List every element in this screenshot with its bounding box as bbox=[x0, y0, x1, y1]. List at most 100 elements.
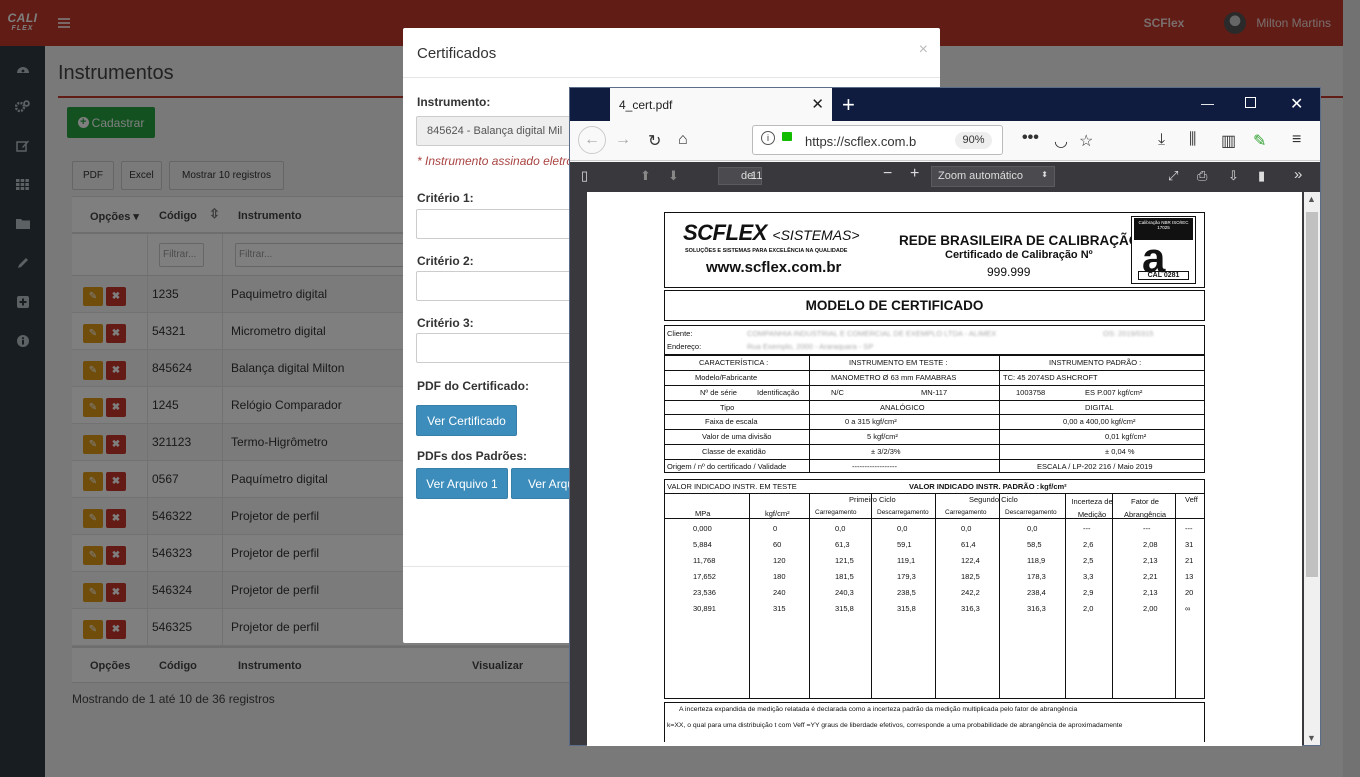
pdf-presentation-icon[interactable]: ⤢ bbox=[1168, 168, 1178, 184]
pdf-sidebar-icon[interactable]: ▯ bbox=[581, 168, 588, 184]
pdf-spec-cell: 0,01 kgf/cm² bbox=[1105, 432, 1147, 441]
pdf-data-cell: 0,000 bbox=[693, 524, 712, 533]
pdf-bookmark-icon[interactable]: ▮ bbox=[1258, 168, 1265, 184]
nav-toolbar: ← → ↻ ⌂ i https://scflex.com.b 90% ••• ◡… bbox=[570, 121, 1320, 161]
pdf-data-cell: 2,5 bbox=[1083, 556, 1094, 565]
tab-pdf[interactable]: 4_cert.pdf ✕ bbox=[610, 88, 832, 121]
pdf-print-icon[interactable]: ⎙ bbox=[1197, 168, 1207, 184]
pdf-cliente-value: COMPANHIA INDUSTRIAL E COMERCIAL DE EXEM… bbox=[747, 329, 997, 338]
sidebar-toggle-icon[interactable]: ▥ bbox=[1221, 131, 1236, 151]
modal-close-icon[interactable]: × bbox=[919, 41, 928, 59]
pdf-prev-page-icon[interactable]: ⬆ bbox=[640, 168, 651, 184]
pdf-incerteza: Incerteza de Medição bbox=[1071, 497, 1113, 519]
pdf-data-cell: 3,3 bbox=[1083, 572, 1094, 581]
pdf-spec-cell: 0 a 315 kgf/cm² bbox=[845, 417, 897, 426]
pdf-primeiro: Primeiro Ciclo bbox=[849, 495, 896, 504]
pdf-tools-icon[interactable]: » bbox=[1294, 166, 1302, 183]
downloads-icon[interactable]: ⤓ bbox=[1158, 131, 1165, 149]
pdf-rule bbox=[665, 429, 1204, 430]
pdf-data-cell: 316,3 bbox=[1027, 604, 1046, 613]
pdf-zoom-out-icon[interactable]: − bbox=[883, 165, 892, 183]
zoom-indicator[interactable]: 90% bbox=[955, 132, 992, 149]
pdf-viewer[interactable]: SCFLEX <SISTEMAS> SOLUÇÕES E SISTEMAS PA… bbox=[570, 192, 1320, 746]
lock-icon[interactable] bbox=[782, 132, 792, 141]
pdf-rbc-title: REDE BRASILEIRA DE CALIBRAÇÃO bbox=[899, 233, 1140, 248]
pdf-data-cell: 2,21 bbox=[1143, 572, 1158, 581]
ver-arquivo1-button[interactable]: Ver Arquivo 1 bbox=[416, 468, 508, 499]
home-icon[interactable]: ⌂ bbox=[678, 131, 688, 149]
new-tab-icon[interactable]: + bbox=[842, 92, 855, 118]
pdf-data-cell: 58,5 bbox=[1027, 540, 1042, 549]
pdf-scrollbar[interactable]: ▲ ▼ bbox=[1304, 192, 1320, 745]
pdf-data-cell: 2,00 bbox=[1143, 604, 1158, 613]
pdf-data-cell: 238,4 bbox=[1027, 588, 1046, 597]
pdf-spec-cell: ± 0,04 % bbox=[1105, 447, 1135, 456]
pocket-icon[interactable]: ◡ bbox=[1054, 131, 1068, 151]
pdf-val-unit: kgf/cm² bbox=[1040, 482, 1067, 491]
pdf-sub-header: Carregamento bbox=[815, 509, 857, 516]
pdf-brand: SCFLEX <SISTEMAS> bbox=[683, 220, 860, 246]
pdf-zoom-in-icon[interactable]: + bbox=[910, 165, 919, 183]
reload-icon[interactable]: ↻ bbox=[648, 131, 661, 151]
pdf-data-cell: 31 bbox=[1185, 540, 1194, 549]
info-circle-icon[interactable]: i bbox=[761, 131, 775, 145]
pdf-rule bbox=[871, 493, 872, 698]
pdf-data-cell: 2,08 bbox=[1143, 540, 1158, 549]
pdf-spec-cell: Classe de exatidão bbox=[702, 447, 766, 456]
instrumento-value: 845624 - Balança digital Mil bbox=[427, 125, 563, 137]
pdf-data-cell: 13 bbox=[1185, 572, 1194, 581]
pdf-veff: Veff bbox=[1185, 495, 1198, 504]
pdf-spec-cell: MANOMETRO Ø 63 mm FAMABRAS bbox=[831, 373, 957, 382]
scroll-down-icon[interactable]: ▼ bbox=[1307, 733, 1316, 743]
tab-close-icon[interactable]: ✕ bbox=[811, 95, 824, 113]
pdf-next-page-icon[interactable]: ⬇ bbox=[668, 168, 679, 184]
back-icon[interactable]: ← bbox=[578, 126, 606, 154]
pdf-sub-header: Descarregamento bbox=[1005, 509, 1057, 516]
extension-icon[interactable]: ✎ bbox=[1253, 131, 1266, 151]
pdf-fator: Fator de Abrangência bbox=[1123, 497, 1167, 519]
pdf-rule bbox=[749, 493, 750, 698]
minimize-icon[interactable]: — bbox=[1201, 96, 1214, 111]
pdf-calibration-table: VALOR INDICADO INSTR. EM TESTE VALOR INDI… bbox=[664, 479, 1205, 699]
pdf-data-cell: 0,0 bbox=[1027, 524, 1038, 533]
pdf-spec-cell: ± 3/2/3% bbox=[871, 447, 901, 456]
pdf-client-box: Cliente: Endereço: COMPANHIA INDUSTRIAL … bbox=[664, 325, 1205, 355]
scroll-up-icon[interactable]: ▲ bbox=[1307, 194, 1316, 204]
pdf-spec-cell: Tipo bbox=[720, 403, 735, 412]
pdf-spec-cell: Valor de uma divisão bbox=[702, 432, 772, 441]
pdf-data-cell: 315,8 bbox=[897, 604, 916, 613]
pdf-zoom-value: Zoom automático bbox=[938, 170, 1023, 182]
hamburger-menu-icon[interactable]: ≡ bbox=[1292, 131, 1301, 149]
pdf-cert-number: 999.999 bbox=[987, 265, 1031, 279]
pdf-spec-cell: N/C bbox=[831, 388, 844, 397]
pdf-cert-label: PDF do Certificado: bbox=[417, 379, 530, 393]
pdf-data-cell: 61,4 bbox=[961, 540, 976, 549]
pdf-foot1: A incerteza expandida de medição relatad… bbox=[679, 706, 1078, 713]
pdf-foot2: k=XX, o qual para uma distribuição t com… bbox=[667, 722, 1123, 729]
pdf-sub-header: kgf/cm² bbox=[765, 509, 790, 518]
pdf-data-cell: 0 bbox=[773, 524, 778, 533]
ver-certificado-button[interactable]: Ver Certificado bbox=[416, 405, 517, 436]
page-actions-icon[interactable]: ••• bbox=[1022, 129, 1039, 147]
pdf-inst-teste: INSTRUMENTO EM TESTE : bbox=[849, 358, 948, 367]
pdf-cliente-right: OS: 2019/0315 bbox=[1103, 329, 1154, 338]
pdf-data-cell: 119,1 bbox=[897, 556, 916, 565]
library-icon[interactable]: ⫼ bbox=[1189, 131, 1196, 149]
tab-title: 4_cert.pdf bbox=[619, 98, 673, 112]
url-bar[interactable]: i https://scflex.com.b 90% bbox=[752, 125, 1003, 155]
pdf-data-cell: 180 bbox=[773, 572, 786, 581]
forward-icon[interactable]: → bbox=[615, 131, 631, 149]
bookmark-star-icon[interactable]: ☆ bbox=[1079, 131, 1093, 151]
pdf-inst-padrao: INSTRUMENTO PADRÃO : bbox=[1049, 358, 1142, 367]
maximize-icon[interactable] bbox=[1245, 97, 1256, 108]
pdf-zoom-select[interactable]: Zoom automático ⬍ bbox=[931, 166, 1055, 187]
pdf-rule bbox=[1065, 493, 1066, 698]
window-close-icon[interactable]: ✕ bbox=[1290, 94, 1303, 114]
scroll-thumb[interactable] bbox=[1306, 212, 1318, 577]
pdf-download-icon[interactable]: ⇩ bbox=[1228, 168, 1239, 184]
pdf-footnote-box: A incerteza expandida de medição relatad… bbox=[664, 702, 1205, 742]
pdf-slogan: SOLUÇÕES E SISTEMAS PARA EXCELÊNCIA NA Q… bbox=[685, 248, 848, 254]
pdf-data-cell: 2,13 bbox=[1143, 588, 1158, 597]
pdf-cert-label: Certificado de Calibração Nº bbox=[945, 249, 1093, 261]
pdf-rule bbox=[809, 493, 810, 698]
